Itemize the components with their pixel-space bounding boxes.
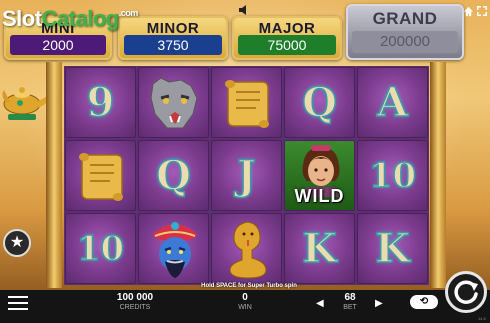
reel-cell-q: Q bbox=[138, 140, 209, 211]
version-text: 14.5 bbox=[478, 316, 486, 321]
reel-cell-a: A bbox=[357, 67, 428, 138]
jackpot-minor-value: 3750 bbox=[124, 35, 222, 55]
autoplay-button[interactable]: ⟲ bbox=[410, 295, 438, 309]
bet-display: 68 BET bbox=[330, 292, 370, 311]
bet-label: BET bbox=[343, 304, 357, 311]
genie-symbol-icon bbox=[153, 222, 197, 278]
right-pillar bbox=[430, 62, 446, 288]
logo-text: Slot bbox=[2, 6, 42, 31]
symbol-king: K bbox=[374, 224, 410, 273]
symbol-queen: Q bbox=[301, 78, 337, 127]
reel-grid: 9 Q A Q J WILD 10 10 K K bbox=[64, 66, 429, 285]
symbol-ace: A bbox=[376, 78, 409, 127]
fullscreen-icon[interactable] bbox=[477, 6, 487, 16]
jackpot-major-value: 75000 bbox=[238, 35, 336, 55]
reel-cell-tiger bbox=[138, 67, 209, 138]
symbol-ten: 10 bbox=[76, 228, 125, 270]
cobra-symbol-icon bbox=[229, 221, 267, 279]
reel-cell-wild: WILD bbox=[284, 140, 355, 211]
reel-cell-10: 10 bbox=[65, 213, 136, 284]
reel-cell-scroll bbox=[65, 140, 136, 211]
jackpot-major: MAJOR 75000 bbox=[232, 16, 342, 60]
jackpot-grand-label: GRAND bbox=[372, 9, 438, 28]
spin-icon bbox=[454, 280, 478, 304]
watermark-logo: SlotCatalog.com bbox=[2, 6, 138, 32]
bottom-bar: 100 000 CREDITS 0 WIN ◀ 68 BET ▶ ⟲ bbox=[0, 290, 490, 323]
credits-display: 100 000 CREDITS bbox=[110, 292, 160, 311]
bet-value: 68 bbox=[344, 292, 356, 303]
symbol-nine: 9 bbox=[86, 78, 115, 127]
wild-label: WILD bbox=[294, 186, 345, 206]
menu-icon[interactable] bbox=[8, 296, 28, 310]
win-label: WIN bbox=[238, 304, 252, 311]
symbol-queen: Q bbox=[155, 151, 191, 200]
symbol-jack: J bbox=[236, 151, 256, 200]
reel-cell-j: J bbox=[211, 140, 282, 211]
spin-button[interactable] bbox=[445, 271, 487, 313]
reel-cell-k: K bbox=[357, 213, 428, 284]
win-display: 0 WIN bbox=[225, 292, 265, 311]
jackpot-grand-value: 200000 bbox=[352, 31, 458, 53]
autoplay-icon: ⟲ bbox=[419, 296, 429, 307]
bet-decrease-button[interactable]: ◀ bbox=[316, 298, 324, 309]
reel-cell-genie bbox=[138, 213, 209, 284]
reel-cell-q: Q bbox=[284, 67, 355, 138]
credits-value: 100 000 bbox=[116, 292, 154, 303]
symbol-king: K bbox=[301, 224, 337, 273]
left-pillar bbox=[46, 62, 62, 288]
star-icon: ★ bbox=[9, 234, 25, 251]
speaker-icon[interactable] bbox=[238, 4, 250, 16]
jackpot-mini-value: 2000 bbox=[10, 35, 106, 55]
home-icon[interactable] bbox=[463, 6, 474, 17]
tiger-symbol-icon bbox=[150, 77, 198, 129]
favorite-button[interactable]: ★ bbox=[3, 229, 31, 257]
jackpot-grand: GRAND 200000 bbox=[346, 4, 464, 60]
credits-label: CREDITS bbox=[119, 304, 151, 311]
logo-suffix: .com bbox=[118, 8, 139, 18]
reel-cell-10: 10 bbox=[357, 140, 428, 211]
scroll-symbol-icon bbox=[79, 153, 123, 201]
reel-cell-cobra bbox=[211, 213, 282, 284]
reel-cell-9: 9 bbox=[65, 67, 136, 138]
logo-accent: Catalog bbox=[41, 6, 120, 31]
symbol-ten: 10 bbox=[368, 155, 417, 197]
turbo-hint: Hold SPACE for Super Turbo spin bbox=[201, 283, 297, 289]
reel-cell-scroll bbox=[211, 67, 282, 138]
bet-increase-button[interactable]: ▶ bbox=[375, 298, 383, 309]
reel-cell-k: K bbox=[284, 213, 355, 284]
win-value: 0 bbox=[242, 292, 248, 303]
scroll-symbol-icon bbox=[225, 80, 269, 128]
